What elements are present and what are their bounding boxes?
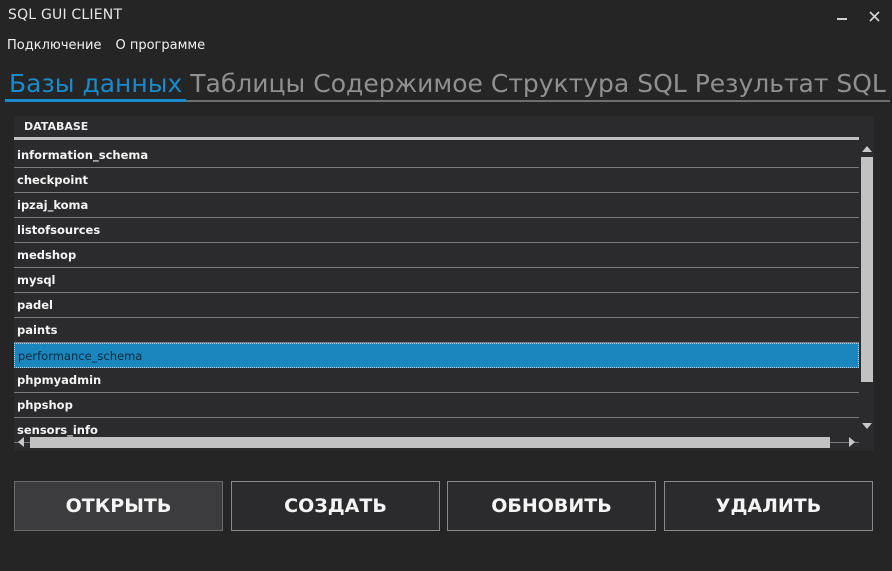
tab-tables[interactable]: Таблицы — [186, 64, 310, 102]
title-bar: SQL GUI CLIENT — [0, 0, 892, 32]
table-row[interactable]: phpmyadmin — [14, 368, 859, 393]
tab-sql-result[interactable]: Результат SQL — [690, 64, 890, 102]
database-grid: DATABASE information_schema checkpoint i… — [14, 116, 874, 451]
table-row[interactable]: listofsources — [14, 218, 859, 243]
scroll-right-icon[interactable] — [849, 437, 855, 447]
tab-structure[interactable]: Структура — [486, 64, 634, 102]
tab-databases[interactable]: Базы данных — [5, 64, 187, 102]
open-button[interactable]: ОТКРЫТЬ — [14, 481, 223, 531]
menu-bar: Подключение О программе — [0, 36, 212, 56]
table-row[interactable]: checkpoint — [14, 168, 859, 193]
tab-sql[interactable]: SQL — [633, 64, 691, 102]
horizontal-scrollbar[interactable] — [14, 435, 860, 449]
close-button[interactable] — [862, 4, 886, 28]
refresh-button[interactable]: ОБНОВИТЬ — [447, 481, 656, 531]
delete-button[interactable]: УДАЛИТЬ — [664, 481, 873, 531]
table-row[interactable]: ipzaj_koma — [14, 193, 859, 218]
scroll-up-icon[interactable] — [862, 146, 872, 152]
create-button[interactable]: СОЗДАТЬ — [231, 481, 440, 531]
vertical-scroll-thumb[interactable] — [861, 157, 873, 382]
table-row[interactable]: mysql — [14, 268, 859, 293]
menu-item-connection[interactable]: Подключение — [0, 36, 108, 56]
window-title: SQL GUI CLIENT — [8, 7, 123, 23]
minimize-icon — [837, 18, 847, 20]
table-row[interactable]: information_schema — [14, 143, 859, 168]
table-row[interactable]: padel — [14, 293, 859, 318]
table-row-selected[interactable]: performance_schema — [14, 343, 859, 368]
tab-strip: Базы данных Таблицы Содержимое Структура… — [5, 64, 890, 102]
scroll-left-icon[interactable] — [18, 437, 24, 447]
tab-content[interactable]: Содержимое — [309, 64, 487, 102]
database-list: information_schema checkpoint ipzaj_koma… — [14, 143, 859, 451]
minimize-button[interactable] — [830, 4, 854, 28]
table-row[interactable]: medshop — [14, 243, 859, 268]
menu-item-about[interactable]: О программе — [108, 36, 212, 56]
scroll-down-icon[interactable] — [862, 423, 872, 429]
table-row[interactable]: paints — [14, 318, 859, 343]
vertical-scrollbar[interactable] — [860, 143, 874, 433]
close-icon — [868, 10, 880, 22]
horizontal-scroll-thumb[interactable] — [30, 437, 830, 448]
table-row[interactable]: phpshop — [14, 393, 859, 418]
column-header-database[interactable]: DATABASE — [14, 116, 859, 140]
